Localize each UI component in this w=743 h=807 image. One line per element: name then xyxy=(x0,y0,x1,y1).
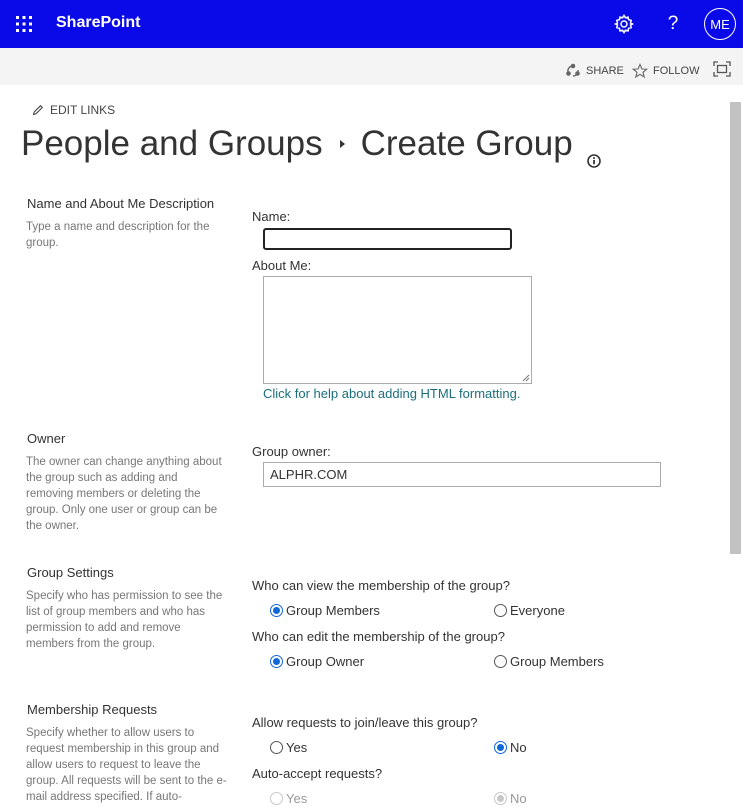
edit-links-button[interactable]: EDIT LINKS xyxy=(32,103,115,117)
section-title-membership: Membership Requests xyxy=(27,702,158,717)
radio-disabled-selected-icon xyxy=(494,792,507,805)
view-option-label: Group Members xyxy=(286,603,380,618)
help-icon[interactable]: ? xyxy=(661,12,685,36)
share-icon xyxy=(566,63,580,77)
radio-selected-icon xyxy=(494,741,507,754)
edit-option-label: Group Members xyxy=(510,654,604,669)
gear-icon[interactable] xyxy=(612,12,636,36)
about-me-label: About Me: xyxy=(252,258,312,273)
allow-requests-yes[interactable]: Yes xyxy=(270,740,307,755)
page-title: Create Group xyxy=(360,124,573,163)
section-title-name: Name and About Me Description xyxy=(27,196,215,211)
breadcrumb: People and Groups Create Group xyxy=(21,124,601,168)
share-label: SHARE xyxy=(586,65,624,77)
auto-option-label: Yes xyxy=(286,791,308,806)
scrollbar-thumb[interactable] xyxy=(730,102,741,554)
auto-accept-yes: Yes xyxy=(270,791,307,806)
allow-requests-question: Allow requests to join/leave this group? xyxy=(252,715,478,730)
star-icon xyxy=(632,63,648,79)
group-owner-input[interactable]: ALPHR.COM xyxy=(263,462,661,487)
breadcrumb-parent[interactable]: People and Groups xyxy=(21,124,323,164)
edit-links-label: EDIT LINKS xyxy=(50,103,116,117)
view-option-group-members[interactable]: Group Members xyxy=(270,603,380,618)
pencil-icon xyxy=(32,104,44,116)
allow-option-label: Yes xyxy=(286,740,308,755)
radio-unselected-icon xyxy=(270,741,283,754)
section-title-settings: Group Settings xyxy=(27,565,114,580)
auto-accept-question: Auto-accept requests? xyxy=(252,766,383,781)
radio-disabled-icon xyxy=(270,792,283,805)
resize-handle-icon[interactable] xyxy=(522,374,530,382)
allow-option-label: No xyxy=(510,740,527,755)
section-title-owner: Owner xyxy=(27,431,66,446)
focus-mode-icon[interactable] xyxy=(713,61,731,77)
radio-selected-icon xyxy=(270,604,283,617)
allow-requests-no[interactable]: No xyxy=(494,740,527,755)
section-description-owner: The owner can change anything about the … xyxy=(26,456,222,532)
html-help-link[interactable]: Click for help about adding HTML formatt… xyxy=(263,386,520,401)
auto-option-label: No xyxy=(510,791,527,806)
view-membership-question: Who can view the membership of the group… xyxy=(252,578,510,593)
follow-button[interactable]: FOLLOW xyxy=(632,63,699,79)
waffle-icon[interactable] xyxy=(14,14,34,34)
edit-membership-question: Who can edit the membership of the group… xyxy=(252,629,505,644)
share-button[interactable]: SHARE xyxy=(565,63,624,79)
section-description-name: Type a name and description for the grou… xyxy=(26,221,210,249)
about-me-textarea[interactable] xyxy=(263,276,532,384)
edit-option-label: Group Owner xyxy=(286,654,365,669)
radio-selected-icon xyxy=(270,655,283,668)
group-owner-label: Group owner: xyxy=(252,444,331,459)
info-icon[interactable] xyxy=(586,137,601,168)
app-name[interactable]: SharePoint xyxy=(56,14,140,32)
follow-label: FOLLOW xyxy=(653,65,700,77)
name-input[interactable] xyxy=(263,228,512,250)
suite-bar: SharePoint ? ME xyxy=(0,0,743,48)
avatar[interactable]: ME xyxy=(704,8,736,40)
section-description-settings: Specify who has permission to see the li… xyxy=(26,590,223,650)
edit-option-group-owner[interactable]: Group Owner xyxy=(270,654,364,669)
radio-unselected-icon xyxy=(494,604,507,617)
breadcrumb-separator-icon xyxy=(339,140,345,148)
view-option-label: Everyone xyxy=(510,603,565,618)
section-description-membership: Specify whether to allow users to reques… xyxy=(26,727,227,803)
name-label: Name: xyxy=(252,209,291,224)
view-option-everyone[interactable]: Everyone xyxy=(494,603,565,618)
radio-unselected-icon xyxy=(494,655,507,668)
edit-option-group-members[interactable]: Group Members xyxy=(494,654,604,669)
auto-accept-no: No xyxy=(494,791,527,806)
action-bar: SHARE FOLLOW xyxy=(0,48,743,85)
